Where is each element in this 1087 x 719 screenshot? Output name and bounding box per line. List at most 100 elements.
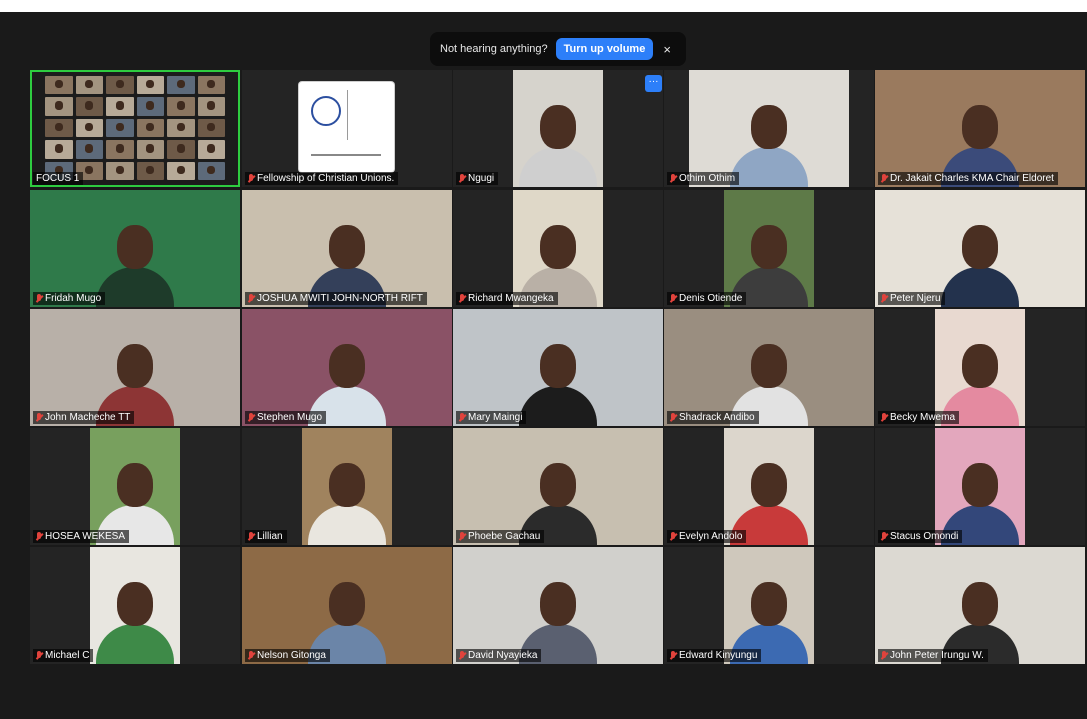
participant-video [90, 547, 180, 664]
muted-mic-icon [248, 174, 254, 183]
participant-tile[interactable]: Becky Mwema [875, 309, 1085, 426]
shoulders [96, 624, 174, 664]
participant-figure [96, 564, 174, 664]
participant-video [90, 428, 180, 545]
muted-mic-icon [248, 413, 254, 422]
participant-tile[interactable]: John Macheche TT [30, 309, 240, 426]
mini-video-thumbnail [197, 140, 225, 159]
participant-video [302, 428, 392, 545]
participant-video [664, 309, 874, 426]
top-strip [0, 0, 1087, 12]
participant-tile[interactable]: JOSHUA MWITI JOHN-NORTH RIFT [242, 190, 452, 307]
participant-name: Stephen Mugo [257, 412, 323, 423]
participant-figure [519, 87, 597, 187]
participant-name-label: Mary Maingi [456, 411, 527, 424]
face [540, 463, 576, 507]
participant-name: Shadrack Andibo [679, 412, 755, 423]
participant-video [242, 547, 452, 664]
shoulders [519, 386, 597, 426]
muted-mic-icon [459, 413, 465, 422]
participant-video [724, 547, 814, 664]
more-options-button[interactable]: ··· [645, 75, 662, 92]
participant-name-label: Stacus Omondi [878, 530, 963, 543]
participant-tile[interactable]: Fellowship of Christian Unions. [242, 70, 452, 187]
participant-name-label: Othim Othim [667, 172, 740, 185]
participant-tile[interactable]: Nelson Gitonga [242, 547, 452, 664]
participant-figure [730, 87, 808, 187]
shoulders [308, 505, 386, 545]
participant-name: Denis Otiende [679, 293, 743, 304]
participant-tile[interactable]: Stacus Omondi [875, 428, 1085, 545]
participant-name-label: Shadrack Andibo [667, 411, 759, 424]
participant-tile[interactable]: Peter Njeru [875, 190, 1085, 307]
participant-tile[interactable]: Denis Otiende [664, 190, 874, 307]
mini-video-thumbnail [136, 97, 164, 116]
mini-video-thumbnail [167, 76, 195, 95]
face [540, 225, 576, 269]
participant-tile[interactable]: Phoebe Gachau [453, 428, 663, 545]
mini-video-thumbnail [75, 140, 103, 159]
turn-up-volume-button[interactable]: Turn up volume [555, 38, 654, 60]
participant-video [935, 428, 1025, 545]
participant-figure [308, 445, 386, 545]
participant-tile[interactable]: Michael C [30, 547, 240, 664]
participant-figure [96, 207, 174, 307]
mini-video-thumbnail [106, 161, 134, 180]
participant-name: Phoebe Gachau [468, 531, 541, 542]
face [751, 105, 787, 149]
face [751, 344, 787, 388]
participant-video [935, 309, 1025, 426]
participant-tile[interactable]: David Nyayieka [453, 547, 663, 664]
participant-tile[interactable]: Stephen Mugo [242, 309, 452, 426]
participant-name: John Macheche TT [45, 412, 131, 423]
participant-name-label: Fridah Mugo [33, 292, 106, 305]
notification-message: Not hearing anything? [440, 43, 548, 55]
mini-video-thumbnail [75, 118, 103, 138]
participant-name: Peter Njeru [890, 293, 941, 304]
participant-name-label: David Nyayieka [456, 649, 542, 662]
participant-name-label: Nelson Gitonga [245, 649, 330, 662]
participant-tile[interactable]: Edward Kinyungu [664, 547, 874, 664]
muted-mic-icon [670, 532, 676, 541]
face [962, 225, 998, 269]
face [329, 225, 365, 269]
participant-tile[interactable]: Shadrack Andibo [664, 309, 874, 426]
video-grid: FOCUS 1 Fellowship of Christian Unions. Ng… [30, 70, 1086, 666]
participant-video [724, 190, 814, 307]
mini-video-thumbnail [136, 76, 164, 95]
muted-mic-icon [459, 174, 465, 183]
participant-name: Becky Mwema [890, 412, 956, 423]
muted-mic-icon [459, 532, 465, 541]
muted-mic-icon [881, 413, 887, 422]
participant-tile[interactable]: John Peter Irungu W. [875, 547, 1085, 664]
mini-video-thumbnail [167, 97, 195, 116]
participant-tile[interactable]: Richard Mwangeka [453, 190, 663, 307]
participant-video [453, 547, 663, 664]
participant-tile[interactable]: HOSEA WEKESA [30, 428, 240, 545]
participant-tile[interactable]: Dr. Jakait Charles KMA Chair Eldoret [875, 70, 1085, 187]
muted-mic-icon [881, 174, 887, 183]
participant-tile[interactable]: FOCUS 1 [30, 70, 240, 187]
logo-decoration [347, 90, 348, 140]
participant-tile[interactable]: Fridah Mugo [30, 190, 240, 307]
participant-tile[interactable]: Lillian [242, 428, 452, 545]
participant-tile[interactable]: Evelyn Andolo [664, 428, 874, 545]
mini-video-thumbnail [197, 97, 225, 116]
participant-name: David Nyayieka [468, 650, 538, 661]
face [962, 463, 998, 507]
close-icon[interactable]: × [663, 42, 671, 57]
participant-name: Nelson Gitonga [257, 650, 326, 661]
participant-name: HOSEA WEKESA [45, 531, 126, 542]
participant-tile[interactable]: Ngugi [453, 70, 663, 187]
participant-video [875, 190, 1085, 307]
mini-video-thumbnail [197, 118, 225, 138]
shared-screen-gallery [45, 76, 225, 180]
mini-video-thumbnail [45, 97, 73, 116]
participant-tile[interactable]: Mary Maingi [453, 309, 663, 426]
mini-video-thumbnail [75, 97, 103, 116]
audio-notification: Not hearing anything? Turn up volume × [430, 32, 686, 66]
participant-name: Lillian [257, 531, 283, 542]
mini-video-thumbnail [106, 97, 134, 116]
participant-tile[interactable]: Othim Othim [664, 70, 874, 187]
mini-video-thumbnail [45, 118, 73, 138]
